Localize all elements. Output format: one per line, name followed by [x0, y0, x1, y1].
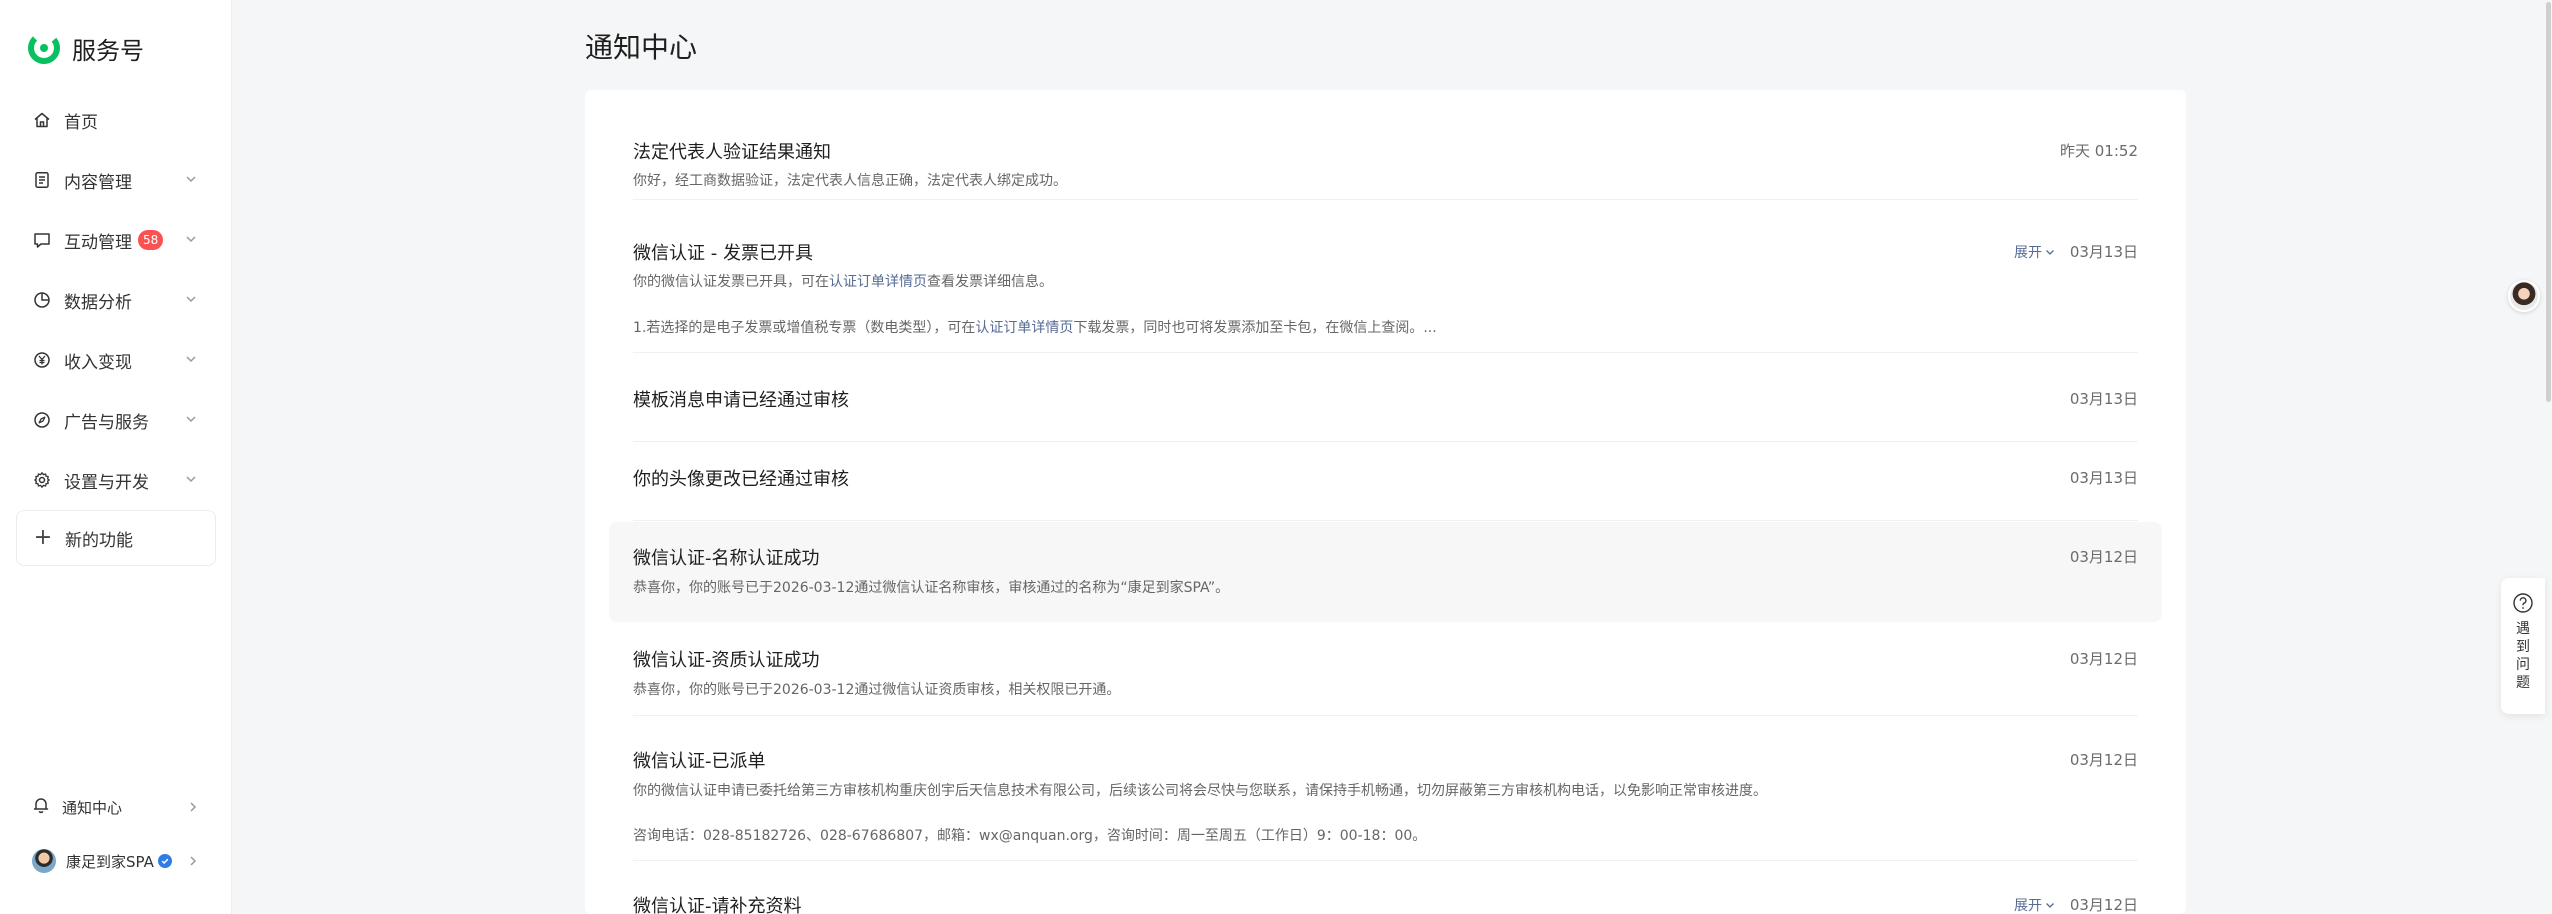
avatar: [32, 849, 56, 873]
chevron-right-icon: [190, 802, 197, 812]
sidebar-item-home[interactable]: 首页: [0, 90, 232, 150]
notification-title: 微信认证-请补充资料: [633, 896, 802, 914]
sidebar-item-ads-services[interactable]: 广告与服务: [0, 390, 232, 450]
yuan-icon: [32, 350, 52, 370]
sidebar-item-label: 内容管理: [64, 172, 132, 193]
sidebar-item-label: 互动管理: [64, 232, 132, 253]
sidebar-item-label: 收入变现: [64, 352, 132, 373]
chevron-down-icon: [186, 296, 196, 303]
notification-desc: 你好，经工商数据验证，法定代表人信息正确，法定代表人绑定成功。: [633, 173, 1067, 189]
expand-label: 展开: [2014, 898, 2042, 914]
notification-title: 你的头像更改已经通过审核: [633, 469, 849, 490]
desc-text: 你的微信认证发票已开具，可在: [633, 274, 829, 290]
brand[interactable]: 服务号: [26, 30, 144, 66]
notification-item[interactable]: 微信认证-请补充资料 展开 03月12日: [633, 892, 2138, 914]
sidebar-item-label: 数据分析: [64, 292, 132, 313]
pie-chart-icon: [32, 290, 52, 310]
notification-desc-detail: 1.若选择的是电子发票或增值税专票（数电类型），可在认证订单详情页下载发票，同时…: [633, 317, 1437, 337]
order-detail-link[interactable]: 认证订单详情页: [829, 274, 927, 290]
notification-time: 03月12日: [2069, 896, 2138, 914]
home-icon: [32, 110, 52, 130]
notification-desc: 恭喜你，你的账号已于2026-03-12通过微信认证名称审核，审核通过的名称为“…: [633, 580, 1230, 596]
notification-item[interactable]: 微信认证-资质认证成功 03月12日 恭喜你，你的账号已于2026-03-12通…: [633, 646, 2138, 716]
sidebar-menu: 首页 内容管理 互动管理 58 数据分析 收入变现 广告与服务 设置与开发: [0, 90, 232, 510]
chevron-down-icon: [186, 356, 196, 363]
sidebar-item-interaction[interactable]: 互动管理 58: [0, 210, 232, 270]
new-feature-label: 新的功能: [65, 530, 133, 551]
notification-item[interactable]: 法定代表人验证结果通知 昨天 01:52 你好，经工商数据验证，法定代表人信息正…: [633, 138, 2138, 200]
help-label: 遇到问题: [2516, 621, 2530, 691]
sidebar-item-analytics[interactable]: 数据分析: [0, 270, 232, 330]
document-icon: [32, 170, 52, 190]
notification-list: 法定代表人验证结果通知 昨天 01:52 你好，经工商数据验证，法定代表人信息正…: [585, 90, 2186, 914]
notification-time: 昨天 01:52: [2060, 142, 2138, 160]
account-name: 康足到家SPA: [66, 852, 154, 871]
notification-time: 03月13日: [2069, 390, 2138, 408]
chevron-right-icon: [190, 856, 197, 866]
desc-text: 1.若选择的是电子发票或增值税专票（数电类型），可在: [633, 320, 976, 336]
sidebar-item-content[interactable]: 内容管理: [0, 150, 232, 210]
expand-label: 展开: [2014, 245, 2042, 261]
notification-title: 法定代表人验证结果通知: [633, 142, 831, 163]
notification-time: 03月12日: [2069, 650, 2138, 668]
help-button[interactable]: 遇到问题: [2501, 578, 2545, 714]
sidebar-item-label: 首页: [64, 112, 98, 133]
notification-item[interactable]: 微信认证-名称认证成功 03月12日 恭喜你，你的账号已于2026-03-12通…: [609, 522, 2162, 622]
notification-title: 模板消息申请已经通过审核: [633, 390, 849, 411]
account-switcher[interactable]: 康足到家SPA: [0, 834, 232, 888]
notification-desc: 你的微信认证发票已开具，可在认证订单详情页查看发票详细信息。: [633, 271, 1053, 291]
sidebar-bottom: 通知中心 康足到家SPA: [0, 780, 232, 888]
chevron-down-icon: [186, 236, 196, 243]
expand-button[interactable]: 展开: [2014, 242, 2056, 262]
notification-title: 微信认证-资质认证成功: [633, 650, 820, 671]
notification-desc: 恭喜你，你的账号已于2026-03-12通过微信认证资质审核，相关权限已开通。: [633, 682, 1121, 698]
verified-badge-icon: [157, 854, 172, 868]
notification-title: 微信认证-已派单: [633, 751, 766, 772]
notification-item[interactable]: 微信认证-已派单 03月12日 你的微信认证申请已委托给第三方审核机构重庆创宇后…: [633, 747, 2138, 861]
notification-title: 微信认证-名称认证成功: [633, 548, 820, 569]
customer-service-avatar[interactable]: [2508, 280, 2540, 312]
desc-text: 下载发票，同时也可将发票添加至卡包，在微信上查阅。...: [1073, 320, 1437, 336]
notification-time: 03月13日: [2069, 243, 2138, 261]
sidebar-item-label: 广告与服务: [64, 412, 149, 433]
notification-item[interactable]: 微信认证 - 发票已开具 展开 03月13日 你的微信认证发票已开具，可在认证订…: [633, 239, 2138, 353]
order-detail-link[interactable]: 认证订单详情页: [975, 320, 1073, 336]
sidebar-item-label: 设置与开发: [64, 472, 149, 493]
notification-item[interactable]: 你的头像更改已经通过审核 03月13日: [633, 465, 2138, 521]
question-circle-icon: [2513, 593, 2533, 613]
plus-icon: +: [33, 525, 53, 550]
expand-button[interactable]: 展开: [2014, 895, 2056, 914]
sidebar: 服务号 首页 内容管理 互动管理 58 数据分析 收入变现 广告与服务 设置与开…: [0, 0, 232, 914]
notification-desc: 你的微信认证申请已委托给第三方审核机构重庆创宇后天信息技术有限公司，后续该公司将…: [633, 783, 1767, 799]
notification-time: 03月12日: [2069, 548, 2138, 566]
chevron-down-icon: [186, 476, 196, 483]
sidebar-item-settings[interactable]: 设置与开发: [0, 450, 232, 510]
notification-center-link[interactable]: 通知中心: [0, 780, 232, 834]
notification-item[interactable]: 模板消息申请已经通过审核 03月13日: [633, 386, 2138, 442]
scrollbar-thumb[interactable]: [2546, 2, 2551, 402]
compass-icon: [32, 410, 52, 430]
unread-count-badge: 58: [138, 230, 164, 250]
notification-title: 微信认证 - 发票已开具: [633, 243, 813, 264]
app-window: 服务号 首页 内容管理 互动管理 58 数据分析 收入变现 广告与服务 设置与开…: [0, 0, 2552, 914]
chevron-down-icon: [2046, 250, 2054, 255]
sidebar-item-monetization[interactable]: 收入变现: [0, 330, 232, 390]
wechat-service-logo-icon: [28, 32, 60, 64]
notification-center-label: 通知中心: [62, 798, 123, 817]
chevron-down-icon: [186, 176, 196, 183]
brand-name: 服务号: [72, 36, 144, 65]
notification-time: 03月13日: [2069, 469, 2138, 487]
bell-icon: [32, 796, 50, 818]
chevron-down-icon: [2046, 903, 2054, 908]
notification-time: 03月12日: [2069, 751, 2138, 769]
new-feature-button[interactable]: + 新的功能: [16, 510, 216, 566]
chat-icon: [32, 230, 52, 250]
notification-desc-detail: 咨询电话：028-85182726、028-67686807，邮箱：wx@anq…: [633, 828, 1427, 844]
page-title: 通知中心: [585, 31, 698, 64]
chevron-down-icon: [186, 416, 196, 423]
gear-icon: [32, 470, 52, 490]
desc-text: 查看发票详细信息。: [927, 274, 1053, 290]
